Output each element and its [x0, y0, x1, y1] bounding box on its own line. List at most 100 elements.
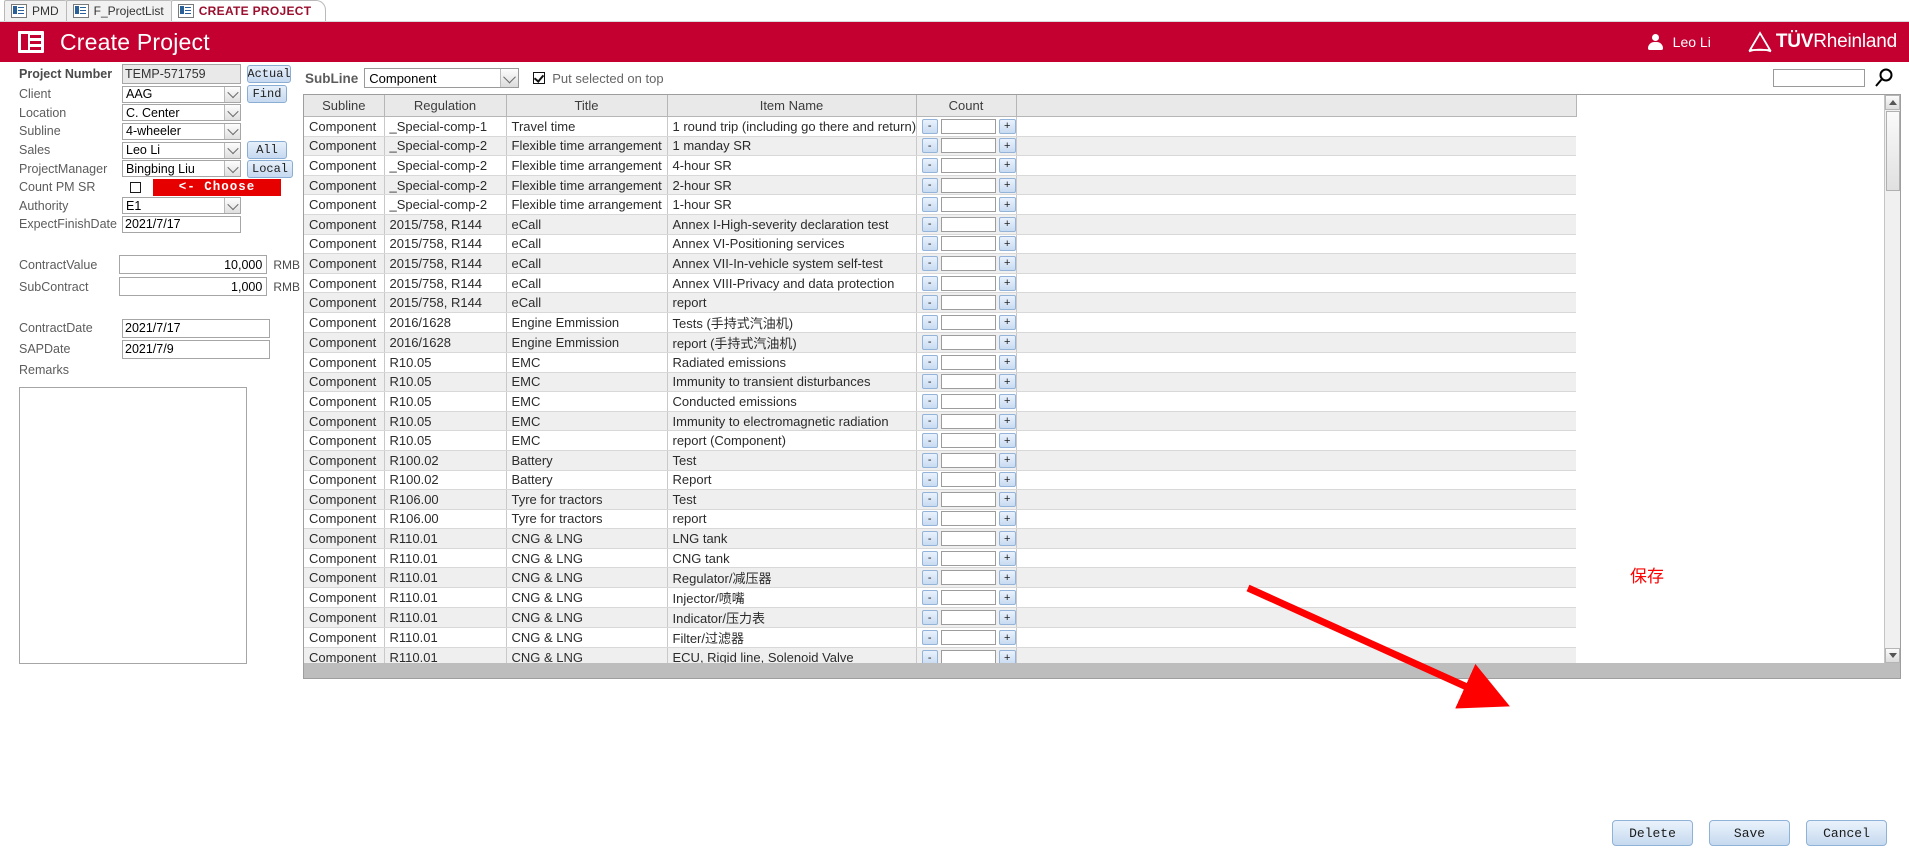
- count-input[interactable]: [941, 197, 996, 213]
- sap-date-input[interactable]: [122, 339, 270, 359]
- table-row[interactable]: Component R106.00 Tyre for tractors report -…: [304, 509, 1576, 530]
- count-decrement-button[interactable]: -: [921, 197, 938, 213]
- count-increment-button[interactable]: +: [999, 354, 1015, 370]
- all-button[interactable]: All: [247, 141, 287, 160]
- sales-select[interactable]: Leo Li: [122, 141, 241, 159]
- chevron-down-icon[interactable]: [224, 105, 240, 121]
- count-increment-button[interactable]: +: [999, 236, 1015, 252]
- count-input[interactable]: [941, 491, 996, 507]
- tab-f-projectlist[interactable]: F_ProjectList: [65, 0, 179, 21]
- count-increment-button[interactable]: +: [999, 650, 1015, 663]
- count-decrement-button[interactable]: -: [921, 472, 938, 488]
- client-select[interactable]: AAG: [122, 85, 241, 103]
- table-row[interactable]: Component _Special-comp-2 Flexible time ar…: [304, 136, 1576, 157]
- count-decrement-button[interactable]: -: [921, 511, 938, 527]
- count-input[interactable]: [941, 650, 996, 663]
- location-select[interactable]: C. Center: [122, 104, 241, 122]
- count-increment-button[interactable]: +: [999, 413, 1015, 429]
- table-row[interactable]: Component R10.05 EMC Conducted emissions - +: [304, 391, 1576, 412]
- count-increment-button[interactable]: +: [999, 433, 1015, 449]
- expect-finish-date-input[interactable]: [122, 215, 241, 233]
- col-count[interactable]: Count: [916, 95, 1017, 117]
- count-increment-button[interactable]: +: [999, 374, 1015, 390]
- count-increment-button[interactable]: +: [999, 590, 1015, 606]
- choose-button[interactable]: <- Choose: [153, 178, 281, 196]
- count-input[interactable]: [941, 472, 996, 488]
- table-row[interactable]: Component 2016/1628 Engine Emmission Tests …: [304, 312, 1576, 333]
- table-row[interactable]: Component R100.02 Battery Report - +: [304, 470, 1576, 491]
- count-decrement-button[interactable]: -: [921, 236, 938, 252]
- chevron-down-icon[interactable]: [224, 86, 240, 102]
- cell-item-name[interactable]: Report: [667, 470, 917, 491]
- chevron-down-icon[interactable]: [224, 142, 240, 158]
- put-selected-on-top-checkbox[interactable]: [533, 72, 546, 84]
- scroll-up-icon[interactable]: [1885, 95, 1900, 110]
- cell-item-name[interactable]: report (Component): [667, 430, 917, 451]
- count-decrement-button[interactable]: -: [921, 433, 938, 449]
- authority-select[interactable]: E1: [122, 197, 241, 215]
- subline-select[interactable]: 4-wheeler: [122, 122, 241, 140]
- count-input[interactable]: [941, 413, 996, 429]
- count-input[interactable]: [941, 255, 996, 271]
- count-decrement-button[interactable]: -: [921, 334, 938, 350]
- count-input[interactable]: [941, 433, 996, 449]
- table-row[interactable]: Component 2016/1628 Engine Emmission report…: [304, 332, 1576, 353]
- table-row[interactable]: Component R110.01 CNG & LNG CNG tank - +: [304, 548, 1576, 569]
- count-increment-button[interactable]: +: [999, 314, 1015, 330]
- table-row[interactable]: Component 2015/758, R144 eCall Annex I-High…: [304, 214, 1576, 235]
- search-icon[interactable]: [1873, 67, 1895, 89]
- table-row[interactable]: Component R110.01 CNG & LNG LNG tank - +: [304, 528, 1576, 549]
- count-input[interactable]: [941, 550, 996, 566]
- project-manager-select[interactable]: Bingbing Liu: [122, 160, 241, 178]
- count-increment-button[interactable]: +: [999, 511, 1015, 527]
- count-input[interactable]: [941, 531, 996, 547]
- count-increment-button[interactable]: +: [999, 531, 1015, 547]
- count-decrement-button[interactable]: -: [921, 413, 938, 429]
- scroll-down-icon[interactable]: [1885, 648, 1900, 663]
- table-row[interactable]: Component 2015/758, R144 eCall Annex VIII-P…: [304, 273, 1576, 294]
- count-decrement-button[interactable]: -: [921, 295, 938, 311]
- count-increment-button[interactable]: +: [999, 157, 1015, 173]
- count-increment-button[interactable]: +: [999, 610, 1015, 626]
- chevron-down-icon[interactable]: [224, 123, 240, 139]
- count-input[interactable]: [941, 374, 996, 390]
- count-decrement-button[interactable]: -: [921, 118, 938, 134]
- count-decrement-button[interactable]: -: [921, 550, 938, 566]
- table-row[interactable]: Component R10.05 EMC Immunity to transient …: [304, 372, 1576, 393]
- cell-item-name[interactable]: report (手持式汽油机): [667, 332, 917, 353]
- count-input[interactable]: [941, 610, 996, 626]
- count-decrement-button[interactable]: -: [921, 157, 938, 173]
- count-increment-button[interactable]: +: [999, 393, 1015, 409]
- table-row[interactable]: Component R110.01 CNG & LNG Injector/喷嘴 - +: [304, 587, 1576, 609]
- count-decrement-button[interactable]: -: [921, 374, 938, 390]
- table-row[interactable]: Component R100.02 Battery Test - +: [304, 450, 1576, 471]
- count-increment-button[interactable]: +: [999, 452, 1015, 468]
- count-input[interactable]: [941, 138, 996, 154]
- count-decrement-button[interactable]: -: [921, 650, 938, 663]
- count-increment-button[interactable]: +: [999, 255, 1015, 271]
- col-item-name[interactable]: Item Name: [667, 95, 917, 117]
- count-decrement-button[interactable]: -: [921, 138, 938, 154]
- count-input[interactable]: [941, 354, 996, 370]
- count-input[interactable]: [941, 295, 996, 311]
- table-row[interactable]: Component R10.05 EMC Radiated emissions - +: [304, 352, 1576, 373]
- table-row[interactable]: Component R10.05 EMC Immunity to electromag…: [304, 411, 1576, 432]
- local-button[interactable]: Local: [247, 159, 294, 178]
- contract-value-input[interactable]: [119, 255, 268, 275]
- table-row[interactable]: Component R10.05 EMC report (Component) - +: [304, 430, 1576, 451]
- count-decrement-button[interactable]: -: [921, 216, 938, 232]
- count-input[interactable]: [941, 216, 996, 232]
- count-increment-button[interactable]: +: [999, 177, 1015, 193]
- count-pm-sr-checkbox[interactable]: [130, 181, 141, 193]
- count-increment-button[interactable]: +: [999, 491, 1015, 507]
- table-row[interactable]: Component 2015/758, R144 eCall report - +: [304, 292, 1576, 313]
- count-input[interactable]: [941, 275, 996, 291]
- project-number-input[interactable]: [122, 63, 241, 84]
- count-increment-button[interactable]: +: [999, 550, 1015, 566]
- table-row[interactable]: Component _Special-comp-1 Travel time 1 rou…: [304, 116, 1576, 137]
- count-increment-button[interactable]: +: [999, 197, 1015, 213]
- count-decrement-button[interactable]: -: [921, 255, 938, 271]
- table-row[interactable]: Component 2015/758, R144 eCall Annex VII-In…: [304, 253, 1576, 274]
- count-increment-button[interactable]: +: [999, 295, 1015, 311]
- chevron-down-icon[interactable]: [500, 69, 519, 87]
